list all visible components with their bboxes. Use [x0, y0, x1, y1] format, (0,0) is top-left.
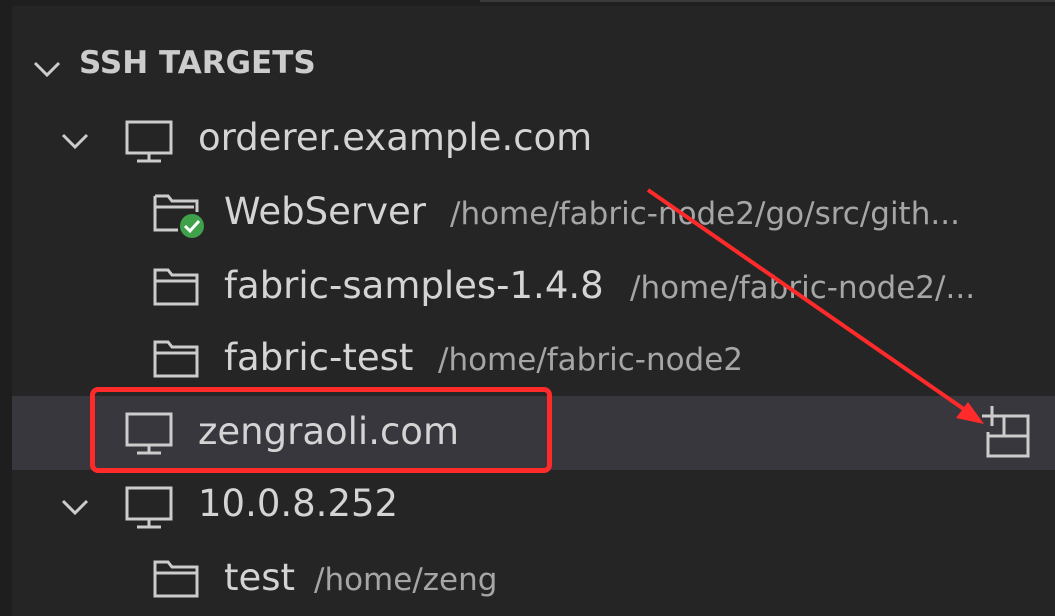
open-in-new-window-icon[interactable]	[982, 404, 1042, 464]
tree-item-folder-webserver[interactable]: WebServer /home/fabric-node2/go/src/gith…	[12, 178, 1055, 252]
folder-path: /home/zeng	[314, 562, 498, 598]
folder-label: WebServer	[224, 190, 427, 233]
tree-item-host-10-0-8-252[interactable]: 10.0.8.252	[12, 470, 1055, 544]
chevron-down-icon[interactable]	[58, 124, 92, 158]
monitor-icon	[125, 120, 173, 163]
monitor-icon	[125, 486, 173, 529]
folder-icon	[153, 268, 199, 306]
folder-path: /home/fabric-node2/...	[630, 270, 976, 306]
top-bar	[0, 0, 1055, 6]
host-label: zengraoli.com	[198, 410, 459, 453]
ssh-targets-section-header[interactable]: SSH TARGETS	[12, 30, 1055, 102]
chevron-down-icon[interactable]	[58, 490, 92, 524]
tree-item-folder-fabric-samples[interactable]: fabric-samples-1.4.8 /home/fabric-node2/…	[12, 252, 1055, 326]
host-label: 10.0.8.252	[198, 482, 399, 525]
folder-icon	[153, 560, 199, 598]
chevron-down-icon[interactable]	[30, 52, 64, 86]
folder-path: /home/fabric-node2/go/src/gith...	[450, 196, 960, 232]
folder-path: /home/fabric-node2	[438, 342, 744, 378]
host-label: orderer.example.com	[198, 116, 593, 159]
monitor-icon	[125, 412, 173, 455]
tree-item-host-zengraoli[interactable]: zengraoli.com	[12, 396, 1055, 470]
top-divider	[480, 0, 1055, 2]
left-gutter	[0, 0, 12, 616]
folder-label: test	[224, 556, 296, 599]
folder-label: fabric-samples-1.4.8	[224, 264, 604, 307]
folder-connected-icon	[153, 194, 204, 238]
tree-item-folder-test[interactable]: test /home/zeng	[12, 544, 1055, 616]
folder-icon	[153, 340, 199, 378]
section-title: SSH TARGETS	[79, 45, 316, 81]
tree-item-host-orderer[interactable]: orderer.example.com	[12, 104, 1055, 178]
folder-label: fabric-test	[224, 336, 414, 379]
tree-item-folder-fabric-test[interactable]: fabric-test /home/fabric-node2	[12, 326, 1055, 400]
